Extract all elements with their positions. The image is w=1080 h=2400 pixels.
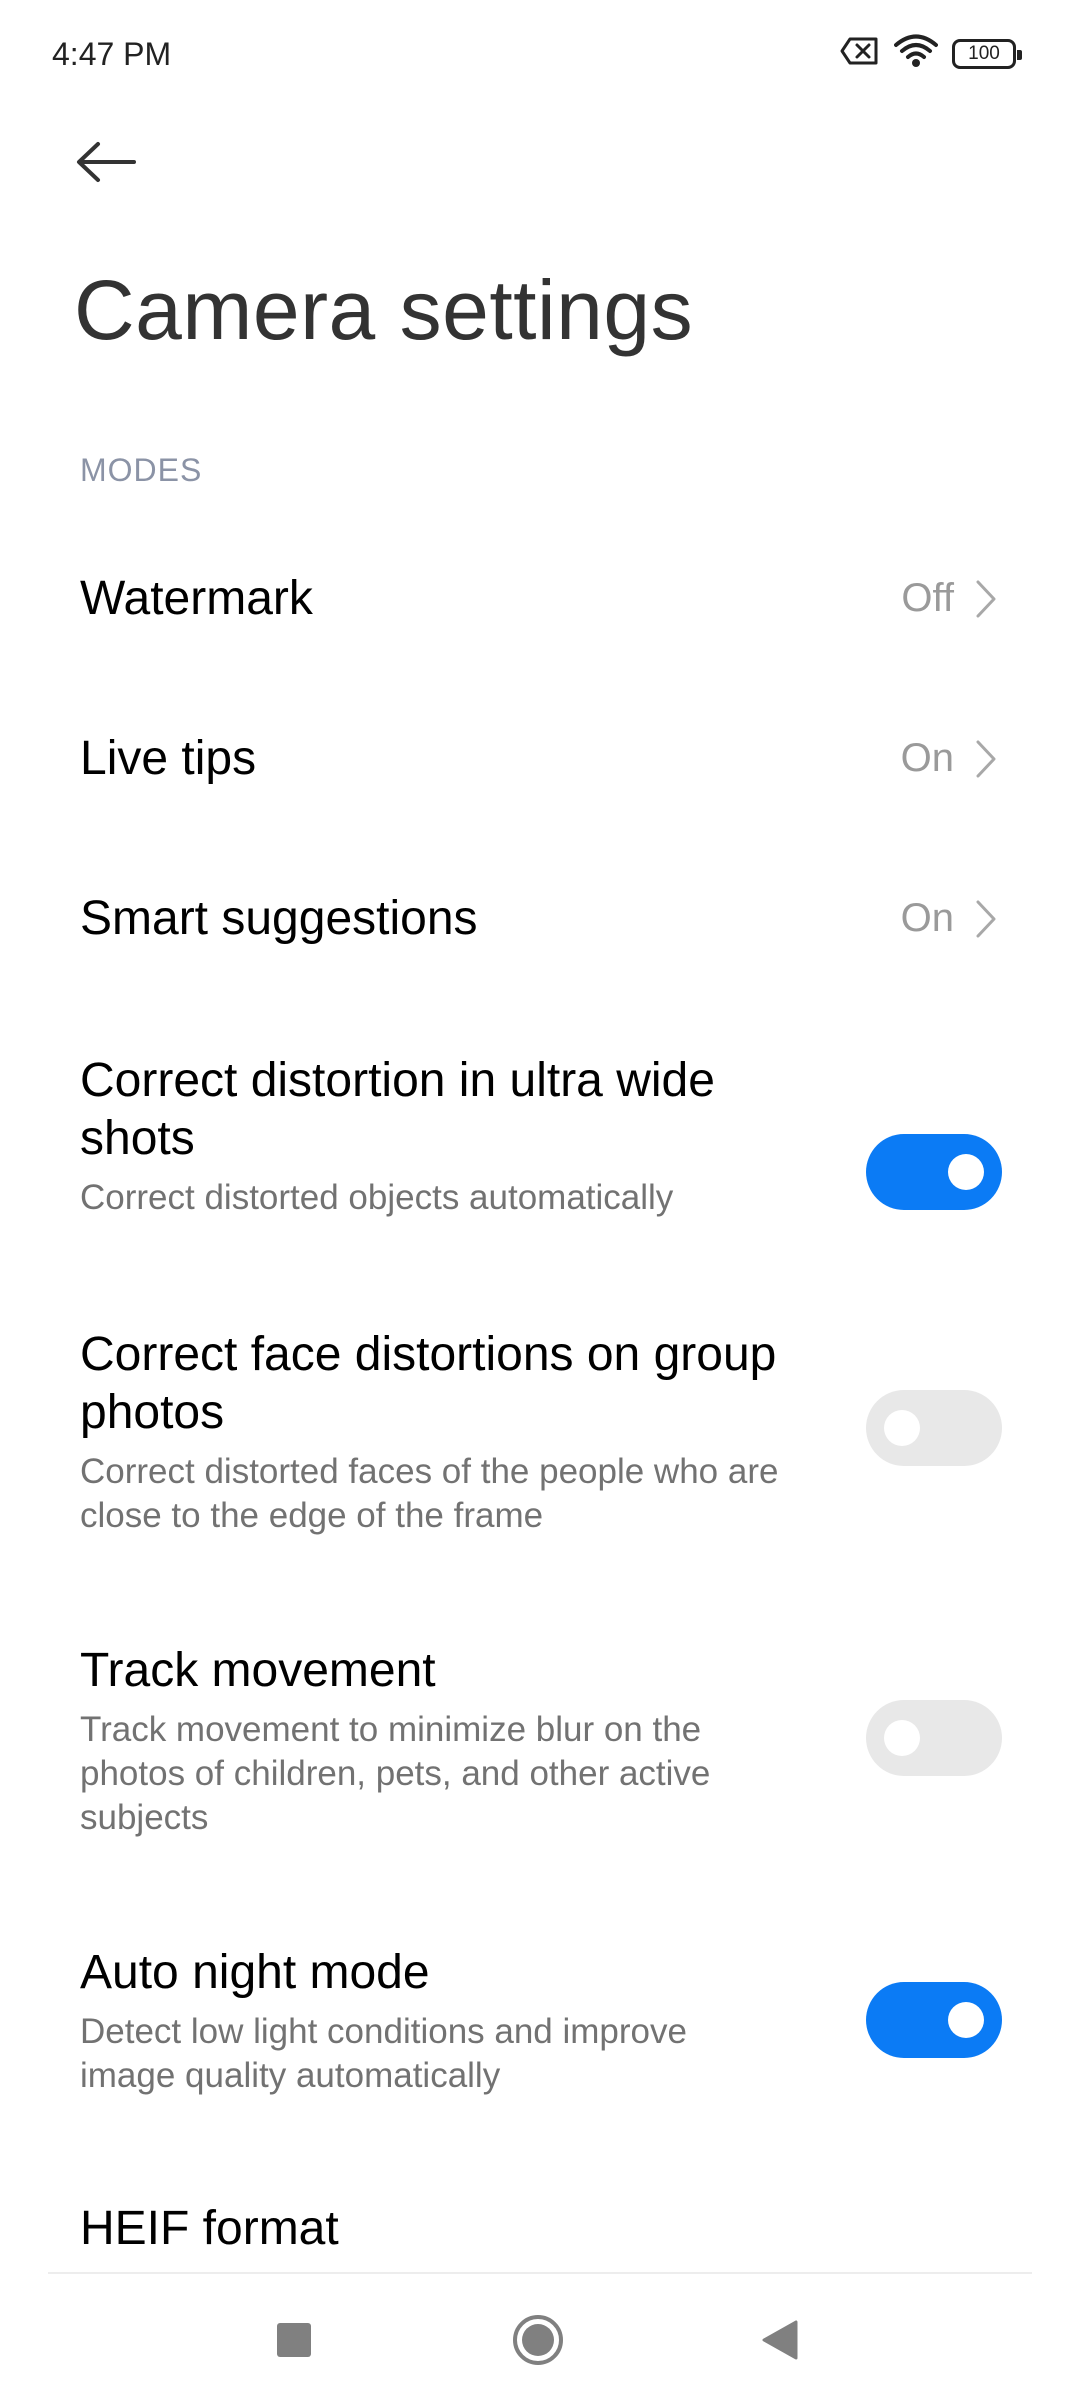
ultra-wide-distortion-title-line1: Correct distortion in ultra wide [80, 1054, 715, 1107]
arrow-left-icon [74, 140, 138, 189]
smart-suggestions-value: On [900, 896, 954, 940]
home-button[interactable] [506, 2310, 570, 2374]
face-distortion-title-line2: photos [80, 1386, 225, 1439]
toggle-knob [884, 1720, 920, 1756]
auto-night-mode-title: Auto night mode [80, 1946, 430, 1999]
navigation-bar [0, 2274, 1080, 2400]
battery-level: 100 [968, 42, 1000, 64]
face-distortion-subtitle-line1: Correct distorted faces of the people wh… [80, 1452, 779, 1491]
toggle-knob [948, 2002, 984, 2038]
track-movement-subtitle-line1: Track movement to minimize blur on the [80, 1710, 702, 1749]
track-movement-title: Track movement [80, 1644, 436, 1697]
back-triangle-icon [760, 2319, 800, 2366]
status-bar: 4:47 PM 100 [0, 0, 1080, 110]
live-tips-value: On [900, 736, 954, 780]
face-distortion-subtitle-line2: close to the edge of the frame [80, 1496, 544, 1535]
live-tips-row[interactable]: Live tips On [0, 700, 1080, 820]
ultra-wide-distortion-toggle[interactable] [866, 1134, 1002, 1210]
watermark-value: Off [901, 576, 954, 620]
nav-back-button[interactable] [748, 2310, 812, 2374]
ultra-wide-distortion-title-line2: shots [80, 1112, 195, 1165]
track-movement-subtitle-line2: photos of children, pets, and other acti… [80, 1754, 711, 1793]
track-movement-subtitle-line3: subjects [80, 1798, 209, 1837]
auto-night-mode-subtitle-line2: image quality automatically [80, 2056, 501, 2095]
recents-button[interactable] [262, 2310, 326, 2374]
home-circle-icon [511, 2313, 565, 2372]
status-icons: 100 [840, 34, 1022, 73]
toggle-knob [884, 1410, 920, 1446]
face-distortion-toggle[interactable] [866, 1390, 1002, 1466]
track-movement-row[interactable]: Track movement Track movement to minimiz… [0, 1640, 1080, 1850]
heif-format-title: HEIF format [80, 2202, 339, 2255]
status-time: 4:47 PM [52, 36, 172, 72]
section-header-modes: MODES [80, 452, 203, 488]
chevron-right-icon [974, 898, 998, 945]
smart-suggestions-row[interactable]: Smart suggestions On [0, 860, 1080, 980]
watermark-row[interactable]: Watermark Off [0, 540, 1080, 660]
face-distortion-title-line1: Correct face distortions on group [80, 1328, 777, 1381]
live-tips-title: Live tips [80, 732, 257, 785]
recents-square-icon [276, 2322, 312, 2363]
ultra-wide-distortion-row[interactable]: Correct distortion in ultra wide shots C… [0, 1040, 1080, 1240]
watermark-title: Watermark [80, 572, 313, 625]
chevron-right-icon [974, 738, 998, 785]
wifi-icon [894, 34, 938, 73]
page-title: Camera settings [74, 263, 694, 357]
face-distortion-row[interactable]: Correct face distortions on group photos… [0, 1314, 1080, 1564]
smart-suggestions-title: Smart suggestions [80, 892, 478, 945]
auto-night-mode-toggle[interactable] [866, 1982, 1002, 2058]
back-button[interactable] [64, 122, 148, 206]
sim-off-icon [840, 36, 880, 71]
auto-night-mode-subtitle-line1: Detect low light conditions and improve [80, 2012, 687, 2051]
camera-settings-screen: 4:47 PM 100 Camera settings MODES Waterm… [0, 0, 1080, 2400]
battery-icon: 100 [952, 38, 1022, 69]
chevron-right-icon [974, 578, 998, 625]
track-movement-toggle[interactable] [866, 1700, 1002, 1776]
auto-night-mode-row[interactable]: Auto night mode Detect low light conditi… [0, 1942, 1080, 2112]
ultra-wide-distortion-subtitle: Correct distorted objects automatically [80, 1178, 674, 1217]
toggle-knob [948, 1154, 984, 1190]
heif-format-row[interactable]: HEIF format [0, 2200, 1080, 2272]
